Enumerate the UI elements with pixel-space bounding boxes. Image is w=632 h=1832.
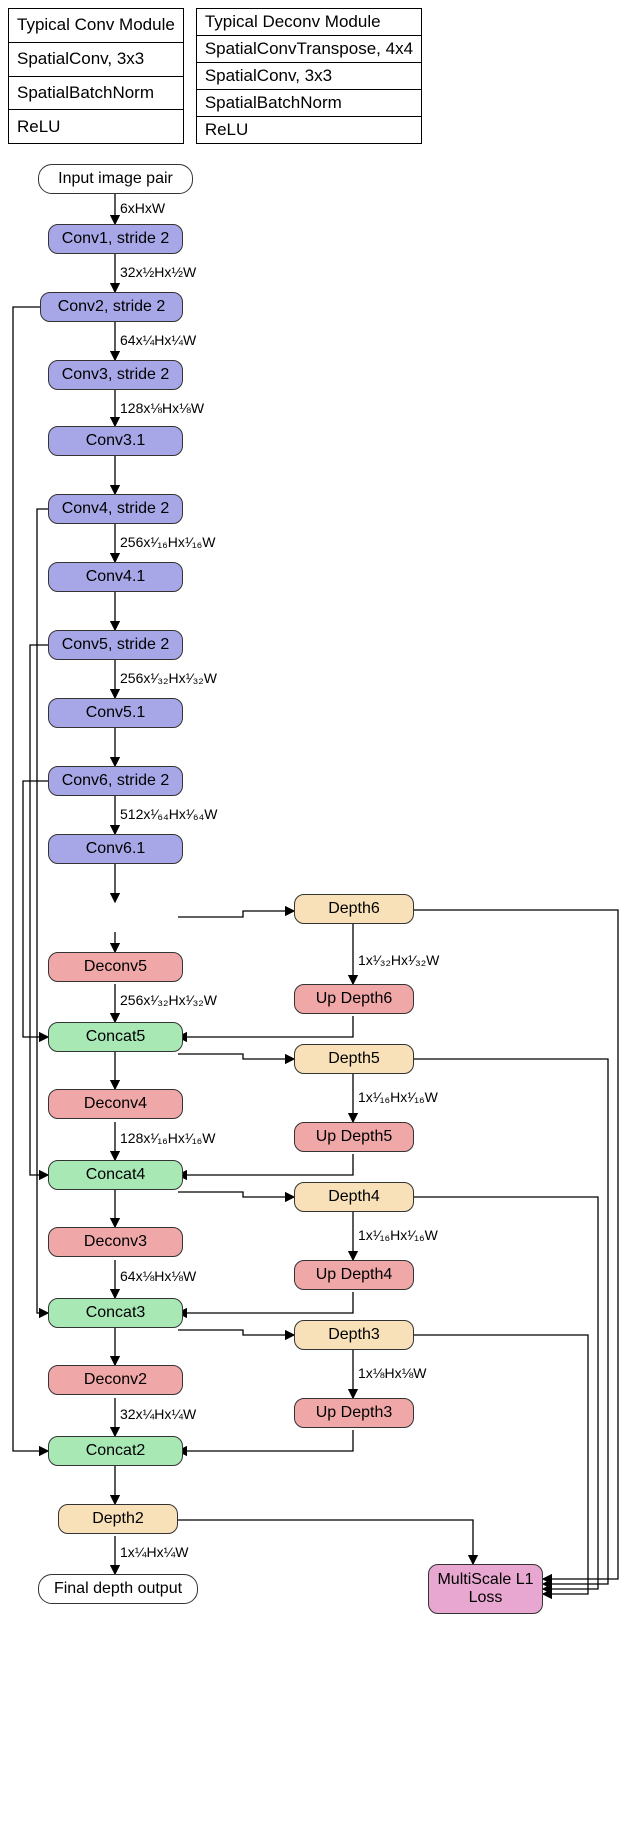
node-updepth4: Up Depth4 <box>294 1260 414 1290</box>
node-conv51: Conv5.1 <box>48 698 183 728</box>
node-depth5: Depth5 <box>294 1044 414 1074</box>
node-concat2: Concat2 <box>48 1436 183 1466</box>
node-input: Input image pair <box>38 164 193 194</box>
node-updepth3: Up Depth3 <box>294 1398 414 1428</box>
edge-label: 64x⅛Hx⅛W <box>120 1268 196 1284</box>
edge-label: 6xHxW <box>120 200 165 216</box>
edge-label: 1x¹⁄₁₆Hx¹⁄₁₆W <box>358 1227 438 1243</box>
edge-label: 256x¹⁄₁₆Hx¹⁄₁₆W <box>120 534 215 550</box>
node-loss: MultiScale L1 Loss <box>428 1564 543 1614</box>
node-depth4: Depth4 <box>294 1182 414 1212</box>
node-concat3: Concat3 <box>48 1298 183 1328</box>
node-conv41: Conv4.1 <box>48 562 183 592</box>
node-conv5: Conv5, stride 2 <box>48 630 183 660</box>
node-updepth5: Up Depth5 <box>294 1122 414 1152</box>
node-final: Final depth output <box>38 1574 198 1604</box>
node-conv4: Conv4, stride 2 <box>48 494 183 524</box>
edge-label: 32x¼Hx¼W <box>120 1406 196 1422</box>
deconv-module-title: Typical Deconv Module <box>196 9 421 36</box>
edge-label: 128x¹⁄₁₆Hx¹⁄₁₆W <box>120 1130 215 1146</box>
edge-label: 512x¹⁄₆₄Hx¹⁄₆₄W <box>120 806 217 822</box>
edge-label: 64x¼Hx¼W <box>120 332 196 348</box>
edge-label: 32x½Hx½W <box>120 264 196 280</box>
node-conv3: Conv3, stride 2 <box>48 360 183 390</box>
edge-label: 1x⅛Hx⅛W <box>358 1365 426 1381</box>
edge-label: 128x⅛Hx⅛W <box>120 400 204 416</box>
node-deconv5: Deconv5 <box>48 952 183 982</box>
node-deconv4: Deconv4 <box>48 1089 183 1119</box>
node-deconv3: Deconv3 <box>48 1227 183 1257</box>
node-depth6: Depth6 <box>294 894 414 924</box>
node-depth2: Depth2 <box>58 1504 178 1534</box>
deconv-module-row: SpatialBatchNorm <box>196 90 421 117</box>
edge-label: 1x¹⁄₃₂Hx¹⁄₃₂W <box>358 952 439 968</box>
conv-module-row: SpatialConv, 3x3 <box>9 42 184 76</box>
node-conv2: Conv2, stride 2 <box>40 292 183 322</box>
node-conv6: Conv6, stride 2 <box>48 766 183 796</box>
edge-label: 256x¹⁄₃₂Hx¹⁄₃₂W <box>120 670 217 686</box>
node-concat4: Concat4 <box>48 1160 183 1190</box>
conv-module-row: SpatialBatchNorm <box>9 76 184 110</box>
architecture-diagram: Input image pair 6xHxW Conv1, stride 2 3… <box>8 164 624 1824</box>
conv-module-row: ReLU <box>9 110 184 144</box>
edge-label: 1x¼Hx¼W <box>120 1544 188 1560</box>
conv-module-table: Typical Conv Module SpatialConv, 3x3 Spa… <box>8 8 184 144</box>
node-conv31: Conv3.1 <box>48 426 183 456</box>
node-updepth6: Up Depth6 <box>294 984 414 1014</box>
node-conv61: Conv6.1 <box>48 834 183 864</box>
deconv-module-row: SpatialConv, 3x3 <box>196 63 421 90</box>
edge-label: 256x¹⁄₃₂Hx¹⁄₃₂W <box>120 992 217 1008</box>
deconv-module-row: ReLU <box>196 117 421 144</box>
edge-label: 1x¹⁄₁₆Hx¹⁄₁₆W <box>358 1089 438 1105</box>
node-conv1: Conv1, stride 2 <box>48 224 183 254</box>
node-depth3: Depth3 <box>294 1320 414 1350</box>
conv-module-title: Typical Conv Module <box>9 9 184 43</box>
node-deconv2: Deconv2 <box>48 1365 183 1395</box>
deconv-module-table: Typical Deconv Module SpatialConvTranspo… <box>196 8 422 144</box>
node-concat5: Concat5 <box>48 1022 183 1052</box>
deconv-module-row: SpatialConvTranspose, 4x4 <box>196 36 421 63</box>
